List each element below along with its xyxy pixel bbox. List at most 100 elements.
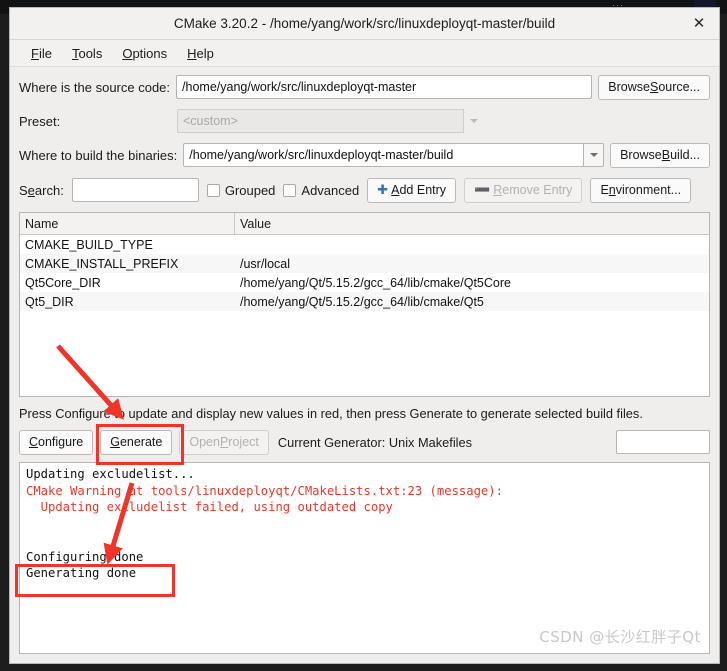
browse-build-post: uild...: [670, 148, 700, 162]
progress-field: [616, 430, 710, 454]
browse-build-button[interactable]: Browse Build...: [610, 142, 710, 168]
cell-name: Qt5Core_DIR: [25, 275, 101, 290]
search-label-accel: e: [27, 182, 35, 198]
current-generator-label: Current Generator: Unix Makefiles: [277, 434, 473, 450]
search-label-pre: S: [19, 182, 28, 198]
configure-hint-text: Press Configure to update and display ne…: [19, 406, 643, 421]
source-code-row: Where is the source code: /home/yang/wor…: [19, 73, 710, 101]
cache-entries-table[interactable]: Name Value CMAKE_BUILD_TYPE CMAKE_INSTAL…: [19, 212, 710, 397]
menu-tools-rest: ools: [78, 45, 103, 61]
log-line: Generating done: [26, 566, 137, 580]
build-binaries-row: Where to build the binaries: /home/yang/…: [19, 141, 710, 169]
grouped-checkbox-box[interactable]: [206, 183, 220, 197]
action-button-row: Configure Generate Open Project Current …: [19, 427, 710, 457]
cell-value[interactable]: /home/yang/Qt/5.15.2/gcc_64/lib/cmake/Qt…: [235, 295, 709, 309]
log-line: Configuring done: [26, 549, 144, 564]
open-project-pre: Open: [189, 435, 220, 449]
generate-button[interactable]: Generate: [100, 429, 173, 455]
search-label-post: arch:: [34, 182, 64, 198]
log-line: Updating excludelist failed, using outda…: [26, 500, 393, 514]
cell-name: CMAKE_BUILD_TYPE: [25, 237, 153, 252]
menu-item-help[interactable]: Help: [178, 44, 223, 63]
browse-build-pre: Browse: [620, 148, 662, 162]
preset-combo[interactable]: <custom>: [177, 109, 484, 133]
output-log[interactable]: Updating excludelist... CMake Warning at…: [19, 462, 710, 654]
title-bar: CMake 3.20.2 - /home/yang/work/src/linux…: [10, 8, 719, 40]
configure-post: onfigure: [38, 435, 84, 449]
browse-source-post: ource...: [658, 80, 700, 94]
search-label: Search:: [19, 183, 64, 198]
chevron-down-icon-build[interactable]: [584, 143, 605, 167]
window-title: CMake 3.20.2 - /home/yang/work/src/linux…: [173, 16, 556, 31]
minus-icon: ➖: [474, 182, 491, 198]
open-project-post: roject: [228, 435, 259, 449]
source-code-label: Where is the source code:: [19, 79, 171, 95]
log-line: Updating excludelist...: [26, 467, 195, 481]
menu-file-rest: ile: [38, 45, 52, 61]
advanced-checkbox[interactable]: Advanced: [283, 183, 359, 198]
menu-bar: File Tools Options Help: [10, 40, 719, 67]
preset-value: <custom>: [177, 109, 464, 133]
table-row[interactable]: Qt5Core_DIR /home/yang/Qt/5.15.2/gcc_64/…: [20, 273, 709, 292]
preset-row: Preset: <custom>: [19, 107, 710, 135]
environment-post: vironment...: [615, 183, 682, 197]
main-content: Where is the source code: /home/yang/wor…: [10, 67, 719, 663]
menu-options-rest: ptions: [132, 45, 168, 61]
add-entry-accel: A: [391, 183, 400, 197]
remove-entry-button: ➖ Remove Entry: [464, 177, 583, 203]
menu-item-options[interactable]: Options: [113, 44, 176, 63]
cell-value[interactable]: /home/yang/Qt/5.15.2/gcc_64/lib/cmake/Qt…: [235, 276, 709, 290]
cmake-gui-window: CMake 3.20.2 - /home/yang/work/src/linux…: [9, 7, 720, 664]
grouped-checkbox-label: Grouped: [224, 182, 276, 198]
log-line: CMake Warning at tools/linuxdeployqt/CMa…: [26, 483, 503, 498]
environment-button[interactable]: En vironment...: [590, 177, 692, 203]
remove-entry-post: emove Entry: [502, 183, 573, 197]
browse-source-pre: Browse: [608, 80, 650, 94]
grouped-checkbox[interactable]: Grouped: [206, 182, 276, 198]
add-entry-button[interactable]: ✚ Add Entry: [367, 177, 457, 203]
remove-entry-accel: R: [493, 183, 503, 197]
table-row[interactable]: Qt5_DIR /home/yang/Qt/5.15.2/gcc_64/lib/…: [20, 292, 709, 311]
browse-source-accel: S: [649, 80, 659, 94]
menu-file-accel: F: [31, 45, 39, 61]
open-project-accel: P: [219, 435, 229, 449]
cell-name: Qt5_DIR: [25, 294, 74, 309]
watermark-text: CSDN @长沙红胖子Qt: [539, 628, 701, 646]
chevron-down-icon-preset[interactable]: [464, 109, 484, 133]
add-entry-post: dd Entry: [399, 183, 447, 197]
environment-pre: E: [600, 183, 609, 197]
advanced-checkbox-box[interactable]: [283, 183, 297, 197]
source-code-input[interactable]: /home/yang/work/src/linuxdeployqt-master: [176, 75, 593, 99]
environment-accel: n: [608, 183, 616, 197]
configure-button[interactable]: Configure: [19, 429, 94, 455]
column-header-value[interactable]: Value: [235, 213, 709, 234]
browse-build-accel: B: [661, 148, 671, 162]
search-input[interactable]: [71, 178, 199, 202]
configure-accel: C: [29, 435, 39, 449]
table-row[interactable]: CMAKE_BUILD_TYPE: [20, 235, 709, 254]
search-toolbar-row: Search: Grouped Advanced ✚ Add Entry ➖ Rem…: [19, 176, 710, 204]
generate-post: enerate: [119, 435, 163, 449]
browse-source-button[interactable]: Browse Source...: [598, 74, 710, 100]
table-row[interactable]: CMAKE_INSTALL_PREFIX /usr/local: [20, 254, 709, 273]
table-header-row: Name Value: [20, 213, 709, 235]
cell-name: CMAKE_INSTALL_PREFIX: [25, 256, 179, 271]
build-binaries-combo[interactable]: /home/yang/work/src/linuxdeployqt-master…: [183, 143, 605, 167]
menu-help-accel: H: [187, 45, 197, 61]
cell-value[interactable]: /usr/local: [235, 257, 709, 271]
generate-accel: G: [110, 435, 120, 449]
build-binaries-input[interactable]: /home/yang/work/src/linuxdeployqt-master…: [183, 143, 585, 167]
menu-options-accel: O: [122, 45, 133, 61]
menu-item-file[interactable]: File: [22, 44, 61, 63]
column-header-name[interactable]: Name: [20, 213, 235, 234]
menu-help-rest: elp: [196, 45, 214, 61]
build-binaries-label: Where to build the binaries:: [19, 147, 178, 163]
advanced-checkbox-label: Advanced: [301, 182, 360, 198]
menu-item-tools[interactable]: Tools: [63, 44, 111, 63]
close-icon[interactable]: ✕: [688, 13, 710, 35]
preset-label: Preset:: [19, 113, 61, 129]
plus-icon: ✚: [377, 182, 389, 198]
open-project-button: Open Project: [179, 429, 269, 455]
